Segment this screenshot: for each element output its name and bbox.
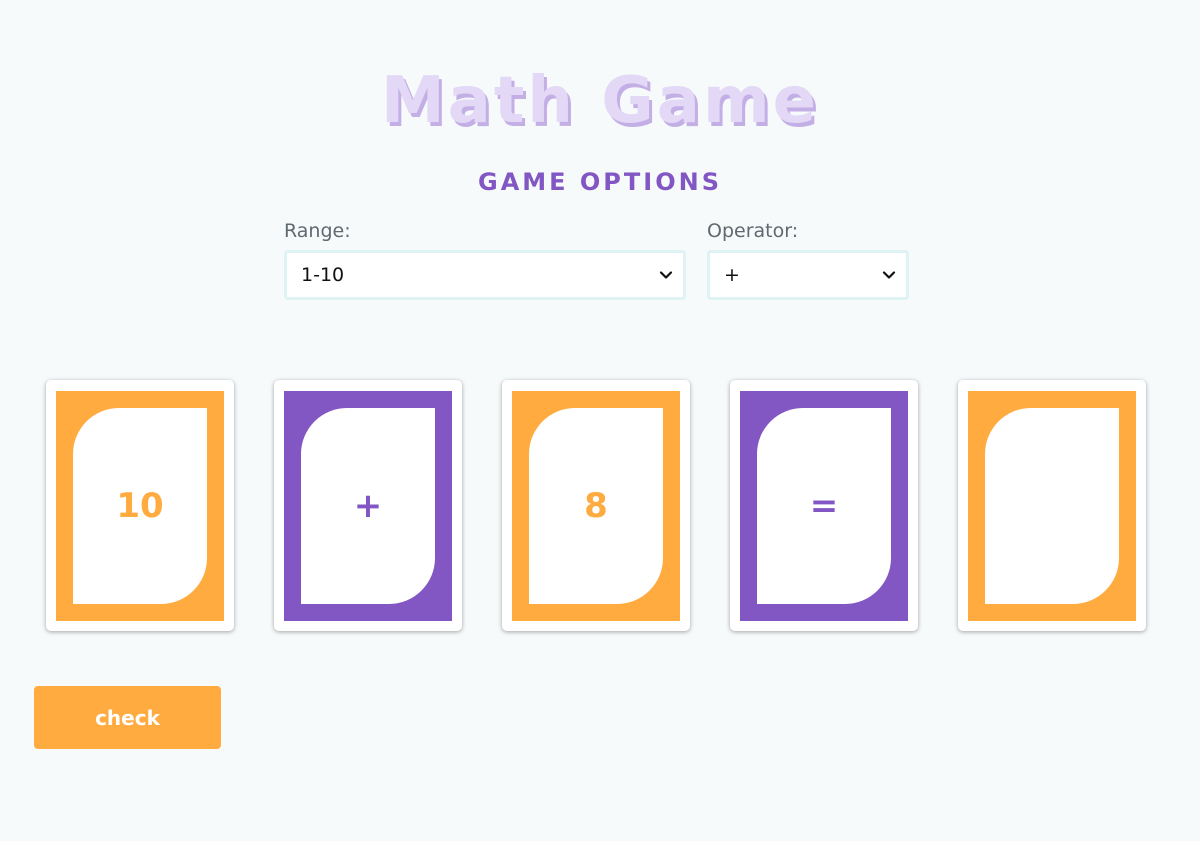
chevron-down-icon [882,271,896,279]
card-symbol: + [353,486,383,526]
card-first-operand: 10 [46,380,234,631]
page-title: Math Game [380,63,820,138]
game-options-heading: GAME OPTIONS [478,168,722,196]
operator-label: Operator: [707,220,799,242]
card-face [985,408,1119,604]
chevron-down-icon [659,271,673,279]
card-frame: = [740,391,908,621]
card-face: 8 [529,408,663,604]
range-label: Range: [284,220,351,242]
card-symbol: = [809,486,839,526]
card-second-operand: 8 [502,380,690,631]
operator-select[interactable]: + [707,250,909,300]
card-equals: = [730,380,918,631]
card-frame [968,391,1136,621]
card-answer[interactable] [958,380,1146,631]
card-face: 10 [73,408,207,604]
card-symbol: 10 [116,486,164,526]
card-face: = [757,408,891,604]
card-frame: 10 [56,391,224,621]
card-face: + [301,408,435,604]
card-frame: 8 [512,391,680,621]
range-select[interactable]: 1-10 [284,250,686,300]
card-operator: + [274,380,462,631]
card-frame: + [284,391,452,621]
card-symbol: 8 [584,486,608,526]
check-button[interactable]: check [34,686,221,749]
range-select-value: 1-10 [301,264,345,286]
operator-select-value: + [724,264,740,286]
